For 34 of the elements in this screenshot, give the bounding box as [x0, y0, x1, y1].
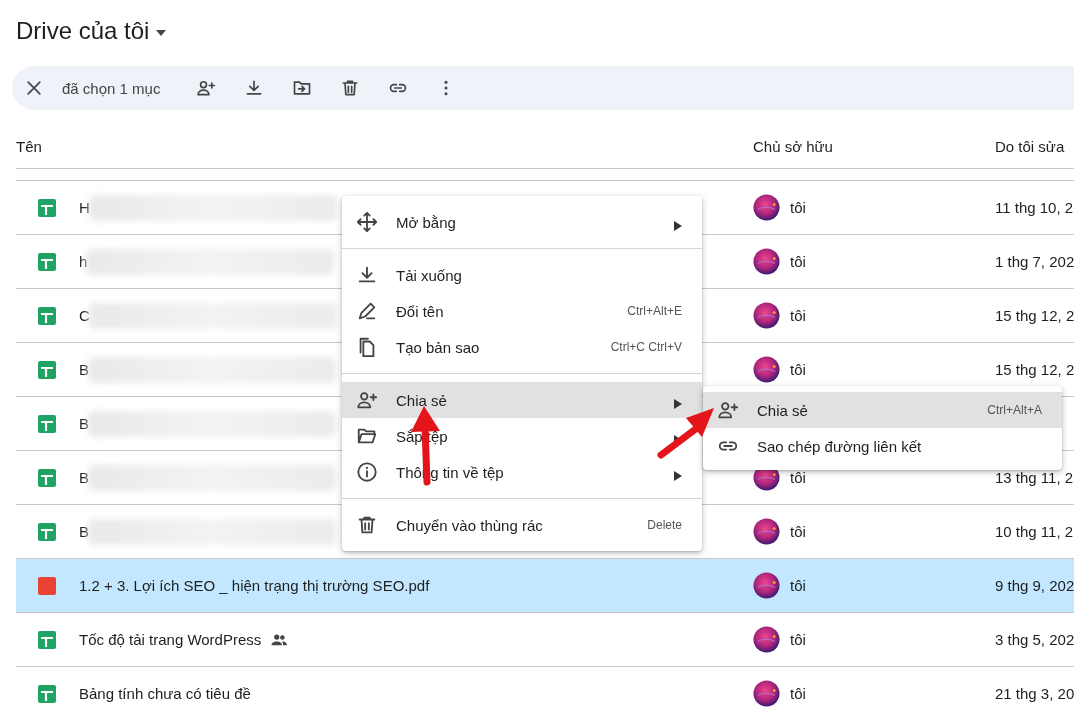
shortcut-text: Ctrl+Alt+E — [627, 304, 682, 318]
modified-date: 21 thg 3, 20 — [995, 685, 1074, 702]
modified-date: 10 thg 11, 2 — [995, 523, 1074, 540]
modified-date: 1 thg 7, 202 — [995, 253, 1074, 270]
file-name: B — [79, 469, 89, 486]
owner-name: tôi — [790, 631, 806, 648]
owner-name: tôi — [790, 199, 806, 216]
page-title: Drive của tôi — [16, 17, 150, 45]
modified-date: 13 thg 11, 2 — [995, 469, 1074, 486]
file-name: Bảng tính chưa có tiêu đề — [79, 685, 251, 702]
owner-name: tôi — [790, 523, 806, 540]
owner-name: tôi — [790, 361, 806, 378]
owner-name: tôi — [790, 253, 806, 270]
shortcut-text: Delete — [647, 518, 682, 532]
file-name: H — [79, 199, 90, 216]
file-name: B — [79, 415, 89, 432]
file-name: B — [79, 523, 89, 540]
shortcut-text: Ctrl+Alt+A — [987, 403, 1042, 417]
selection-count: đã chọn 1 mục — [62, 79, 161, 97]
file-name: h — [79, 253, 88, 270]
file-name: 1.2 + 3. Lợi ích SEO _ hiện trạng thị trường SEO.pdf — [79, 577, 430, 594]
modified-date: 3 thg 5, 202 — [995, 631, 1074, 648]
file-name: B — [79, 361, 89, 378]
modified-date: 15 thg 12, 2 — [995, 361, 1074, 378]
shortcut-text: Ctrl+C Ctrl+V — [610, 340, 682, 354]
owner-name: tôi — [790, 307, 806, 324]
modified-date: 15 thg 12, 2 — [995, 307, 1074, 324]
modified-date: 11 thg 10, 2 — [995, 199, 1074, 216]
file-name: Tốc độ tải trang WordPress — [79, 631, 262, 648]
file-name: C — [79, 307, 90, 324]
owner-name: tôi — [790, 469, 806, 486]
owner-name: tôi — [790, 577, 806, 594]
owner-name: tôi — [790, 685, 806, 702]
modified-date: 9 thg 9, 202 — [995, 577, 1074, 594]
